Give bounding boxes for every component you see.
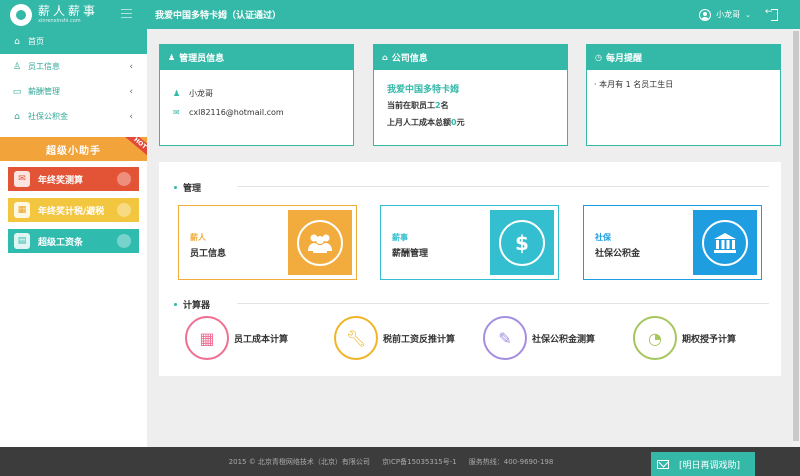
menu-toggle-icon[interactable] — [121, 9, 132, 18]
clock-icon: ◷ — [595, 53, 602, 62]
folder-icon: ▭ — [12, 86, 22, 97]
hot-badge: HOT — [124, 137, 147, 158]
section-divider — [237, 303, 769, 304]
promo-payslip[interactable]: ▤ 超级工资条 — [8, 229, 139, 253]
calc-pretax-salary[interactable]: 🔧︎ 税前工资反推计算 — [334, 316, 455, 360]
labor-cost-line: 上月人工成本总额0元 — [387, 118, 465, 127]
dollar-icon: $ — [499, 219, 545, 266]
calculator-icon: ▦ — [14, 202, 30, 218]
envelope-icon — [657, 459, 669, 469]
promo-bonus-tax[interactable]: ▦ 年终奖计税/避税 — [8, 198, 139, 222]
home-icon: ⌂ — [14, 36, 20, 47]
sidebar-item-home[interactable]: ⌂ 首页 — [0, 29, 147, 54]
page-scrollbar[interactable] — [792, 29, 800, 447]
logo-text: 薪人薪事 — [38, 4, 99, 18]
promo-label: 年终奖计税/避税 — [38, 206, 105, 217]
calc-stock-option[interactable]: ◔ 期权授予计算 — [633, 316, 736, 360]
admin-info-card: ♟ 管理员信息 ♟ 小龙哥 ✉ cxl82116@hotmail.com — [159, 44, 354, 146]
module-card-salary[interactable]: 薪事 薪酬管理 $ — [380, 205, 559, 280]
section-divider — [237, 186, 769, 187]
home-icon: ⌂ — [382, 53, 388, 62]
module-tag: 薪人 — [190, 233, 206, 242]
module-card-social-security[interactable]: 社保 社保公积金 — [583, 205, 762, 280]
footer-icp[interactable]: 京ICP备15035315号-1 — [382, 457, 457, 467]
sidebar-item-label: 薪酬管理 — [28, 87, 60, 96]
sidebar-item-label: 社保公积金 — [28, 112, 68, 121]
helper-banner: 超级小助手 HOT — [0, 137, 147, 161]
red-envelope-icon: ✉ — [14, 171, 30, 187]
section-title-management: 管理 — [174, 181, 201, 194]
module-name: 社保公积金 — [595, 249, 641, 259]
chevron-left-icon: ‹ — [129, 86, 133, 97]
top-bar: 薪人薪事 xinrenxinshi.com 我爱中国多特卡姆（认证通过） 小龙哥… — [0, 0, 800, 29]
staff-count-line: 当前在职员工2名 — [387, 101, 449, 110]
footer-phone: 服务热线：400-9690-198 — [468, 457, 554, 466]
protractor-icon: ◔ — [633, 316, 677, 360]
admin-name: 小龙哥 — [189, 89, 213, 98]
remind-later-label: [明日再调戏助] — [679, 460, 741, 471]
person-icon: ♙ — [12, 61, 22, 72]
user-menu[interactable]: 小龙哥 — [716, 9, 740, 20]
card-title: 管理员信息 — [179, 54, 225, 64]
chevron-down-icon[interactable]: ⌄ — [745, 11, 751, 19]
calc-employee-cost[interactable]: ▦ 员工成本计算 — [185, 316, 288, 360]
sidebar-item-label: 首页 — [28, 37, 44, 46]
sidebar-item-social-security[interactable]: ⌂ 社保公积金 ‹ — [0, 104, 147, 129]
card-title: 每月提醒 — [605, 54, 642, 64]
edit-icon: ✎ — [483, 316, 527, 360]
sidebar: ⌂ 首页 ♙ 员工信息 ‹ ▭ 薪酬管理 ‹ ⌂ 社保公积金 ‹ 超级小助手 H… — [0, 29, 147, 447]
calc-label: 社保公积金测算 — [532, 334, 596, 345]
calc-label: 员工成本计算 — [234, 334, 289, 345]
logo-url: xinrenxinshi.com — [38, 18, 81, 24]
module-name: 薪酬管理 — [392, 249, 429, 259]
person-icon: ♟ — [168, 53, 176, 62]
chevron-left-icon: ‹ — [129, 61, 133, 72]
company-info-card: ⌂ 公司信息 我爱中国多特卡姆 当前在职员工2名 上月人工成本总额0元 — [373, 44, 568, 146]
module-name: 员工信息 — [190, 249, 227, 259]
payslip-icon: ▤ — [14, 233, 30, 249]
sidebar-item-employee-info[interactable]: ♙ 员工信息 ‹ — [0, 54, 147, 79]
bank-icon — [702, 219, 748, 266]
section-title-calculators: 计算器 — [174, 298, 210, 311]
logo[interactable]: 薪人薪事 xinrenxinshi.com — [0, 0, 147, 29]
company-title: 我爱中国多特卡姆（认证通过） — [155, 11, 282, 21]
calc-social-security[interactable]: ✎ 社保公积金测算 — [483, 316, 595, 360]
module-tag: 薪事 — [392, 233, 408, 242]
chevron-left-icon: ‹ — [129, 111, 133, 122]
promo-label: 超级工资条 — [38, 237, 84, 248]
module-tag: 社保 — [595, 233, 611, 242]
cloud-icon — [117, 234, 131, 248]
sidebar-item-label: 员工信息 — [28, 62, 60, 71]
coin-icon — [117, 172, 131, 186]
promo-label: 年终奖测算 — [38, 175, 84, 186]
bank-icon: ⌂ — [14, 111, 20, 122]
calculator-icon: ▦ — [185, 316, 229, 360]
user-avatar-icon[interactable] — [699, 8, 712, 21]
remind-later-button[interactable]: [明日再调戏助] — [651, 452, 755, 476]
birthday-reminder: · 本月有 1 名员工生日 — [594, 80, 674, 89]
admin-email: cxl82116@hotmail.com — [189, 108, 284, 117]
card-title: 公司信息 — [391, 54, 428, 64]
wrench-icon: 🔧︎ — [334, 316, 378, 360]
envelope-icon: ✉ — [173, 108, 180, 117]
person-icon: ♟ — [173, 89, 181, 98]
calc-label: 期权授予计算 — [682, 334, 737, 345]
helper-title: 超级小助手 — [46, 145, 101, 157]
logo-mark-icon — [10, 3, 32, 26]
company-name[interactable]: 我爱中国多特卡姆 — [387, 82, 459, 95]
logout-icon[interactable] — [765, 7, 778, 21]
calc-label: 税前工资反推计算 — [383, 334, 456, 345]
module-card-employee-info[interactable]: 薪人 员工信息 — [178, 205, 357, 280]
monthly-reminder-card: ◷ 每月提醒 · 本月有 1 名员工生日 — [586, 44, 781, 146]
footer-copyright: 2015 © 北京青橙网络技术（北京）有限公司 — [228, 457, 370, 466]
coin-icon — [117, 203, 131, 217]
sidebar-item-salary[interactable]: ▭ 薪酬管理 ‹ — [0, 79, 147, 104]
promo-year-end-bonus[interactable]: ✉ 年终奖测算 — [8, 167, 139, 191]
people-icon — [297, 219, 343, 266]
scrollbar-thumb[interactable] — [793, 31, 799, 441]
main-panel: 管理 薪人 员工信息 薪事 薪酬管理 $ 社保 社保公积金 计算器 ▦ 员工成本… — [159, 162, 781, 376]
